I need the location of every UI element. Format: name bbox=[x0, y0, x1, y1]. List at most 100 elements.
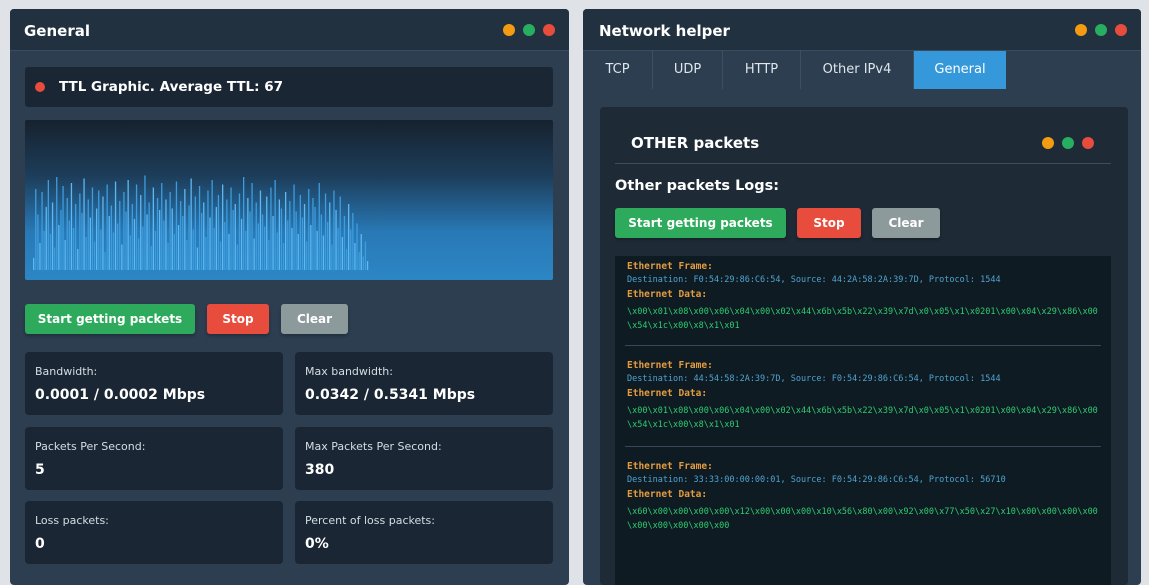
tab-http[interactable]: HTTP bbox=[723, 51, 801, 89]
ttl-bar bbox=[138, 238, 140, 270]
ttl-bar bbox=[318, 183, 320, 270]
data-label: Ethernet Data: bbox=[627, 289, 708, 300]
ttl-bar bbox=[186, 240, 188, 270]
general-panel-header: General bbox=[10, 9, 569, 51]
ttl-bar bbox=[154, 231, 157, 270]
ttl-graph bbox=[25, 120, 553, 280]
ttl-bar bbox=[333, 190, 335, 270]
max-bandwidth-card: Max bandwidth: 0.0342 / 0.5341 Mbps bbox=[295, 352, 553, 415]
ttl-bar bbox=[54, 247, 56, 270]
ttl-bar bbox=[146, 214, 148, 270]
ttl-bar bbox=[106, 184, 108, 270]
stat-label: Max bandwidth: bbox=[305, 365, 393, 378]
ttl-bar bbox=[343, 216, 346, 270]
ttl-bar bbox=[87, 199, 89, 270]
card-title: OTHER packets bbox=[631, 134, 760, 152]
ttl-bar bbox=[75, 204, 77, 270]
tab-udp[interactable]: UDP bbox=[653, 51, 723, 89]
ttl-bar bbox=[287, 220, 289, 270]
ttl-bar bbox=[247, 198, 249, 270]
minimize-dot-icon[interactable] bbox=[503, 24, 515, 36]
close-dot-icon[interactable] bbox=[543, 24, 555, 36]
stop-button[interactable]: Stop bbox=[797, 208, 861, 238]
ttl-bar bbox=[230, 187, 232, 270]
ttl-bar bbox=[196, 247, 199, 270]
ttl-bar bbox=[303, 204, 306, 270]
ttl-bar bbox=[119, 201, 121, 270]
minimize-dot-icon[interactable] bbox=[1075, 24, 1087, 36]
frame-label: Ethernet Frame: bbox=[627, 261, 713, 272]
ttl-bar bbox=[81, 213, 83, 270]
ttl-bar bbox=[41, 192, 43, 270]
ttl-bar bbox=[152, 187, 154, 270]
stat-value: 0% bbox=[305, 536, 329, 552]
ttl-bar bbox=[224, 222, 226, 270]
card-window-controls bbox=[1042, 137, 1094, 149]
ttl-bar bbox=[249, 211, 251, 270]
ttl-bar bbox=[295, 211, 297, 270]
packet-log[interactable]: Ethernet Frame: Destination: F0:54:29:86… bbox=[615, 256, 1111, 585]
ttl-bar bbox=[156, 198, 159, 270]
ttl-title: TTL Graphic. Average TTL: 67 bbox=[59, 79, 284, 95]
data-label: Ethernet Data: bbox=[627, 388, 708, 399]
ttl-bar bbox=[301, 217, 304, 270]
ttl-bar bbox=[228, 234, 230, 270]
maximize-dot-icon[interactable] bbox=[1062, 137, 1074, 149]
ttl-bar bbox=[219, 241, 222, 270]
ttl-bar bbox=[102, 196, 104, 270]
clear-button[interactable]: Clear bbox=[872, 208, 940, 238]
ttl-bar bbox=[266, 196, 268, 270]
ttl-bar bbox=[140, 195, 142, 270]
frame-data: \x00\x01\x08\x00\x06\x04\x00\x02\x44\x6b… bbox=[627, 406, 1098, 430]
ttl-bar bbox=[121, 244, 123, 270]
ttl-bar bbox=[264, 226, 266, 270]
ttl-bar bbox=[198, 186, 201, 270]
ttl-bar bbox=[257, 223, 259, 270]
start-getting-packets-button[interactable]: Start getting packets bbox=[615, 208, 786, 238]
divider bbox=[615, 163, 1111, 164]
logs-title: Other packets Logs: bbox=[615, 178, 780, 194]
ttl-bar bbox=[96, 208, 98, 270]
ttl-bar bbox=[366, 261, 369, 270]
maximize-dot-icon[interactable] bbox=[523, 24, 535, 36]
network-helper-panel: Network helper TCP UDP HTTP Other IPv4 G… bbox=[583, 9, 1141, 585]
general-panel: General TTL Graphic. Average TTL: 67 Sta… bbox=[10, 9, 569, 585]
close-dot-icon[interactable] bbox=[1115, 24, 1127, 36]
loss-percent-card: Percent of loss packets: 0% bbox=[295, 501, 553, 564]
ttl-bar bbox=[215, 207, 217, 270]
frame-data: \x60\x00\x00\x00\x00\x12\x00\x00\x00\x10… bbox=[627, 507, 1098, 531]
ttl-bar bbox=[125, 211, 127, 270]
ttl-bar bbox=[306, 241, 308, 270]
maximize-dot-icon[interactable] bbox=[1095, 24, 1107, 36]
ttl-bar bbox=[148, 202, 150, 270]
ttl-bar bbox=[169, 192, 171, 270]
clear-button[interactable]: Clear bbox=[281, 304, 348, 334]
ttl-bar bbox=[289, 201, 291, 270]
ttl-bar bbox=[362, 256, 364, 270]
tab-general[interactable]: General bbox=[914, 51, 1006, 89]
stat-label: Bandwidth: bbox=[35, 365, 98, 378]
tab-other-ipv4[interactable]: Other IPv4 bbox=[801, 51, 914, 89]
ttl-bar bbox=[358, 252, 360, 270]
ttl-bar bbox=[167, 243, 169, 270]
minimize-dot-icon[interactable] bbox=[1042, 137, 1054, 149]
ttl-bar bbox=[62, 186, 64, 270]
ttl-bar bbox=[329, 202, 331, 270]
ttl-bar bbox=[278, 199, 280, 270]
max-packets-per-second-card: Max Packets Per Second: 380 bbox=[295, 427, 553, 490]
start-getting-packets-button[interactable]: Start getting packets bbox=[25, 304, 195, 334]
ttl-bar bbox=[238, 193, 241, 270]
tab-tcp[interactable]: TCP bbox=[583, 51, 653, 89]
ttl-bar bbox=[345, 249, 348, 270]
ttl-bar bbox=[299, 195, 301, 270]
ttl-bar bbox=[209, 217, 211, 270]
ttl-bar bbox=[314, 207, 316, 270]
stop-button[interactable]: Stop bbox=[207, 304, 269, 334]
ttl-bar bbox=[234, 204, 236, 270]
ttl-bar bbox=[93, 241, 96, 270]
ttl-bar bbox=[129, 235, 131, 270]
frame-label: Ethernet Frame: bbox=[627, 461, 713, 472]
close-dot-icon[interactable] bbox=[1082, 137, 1094, 149]
ttl-bar bbox=[261, 214, 264, 270]
log-entry: Ethernet Frame: Destination: F0:54:29:86… bbox=[615, 259, 1111, 333]
